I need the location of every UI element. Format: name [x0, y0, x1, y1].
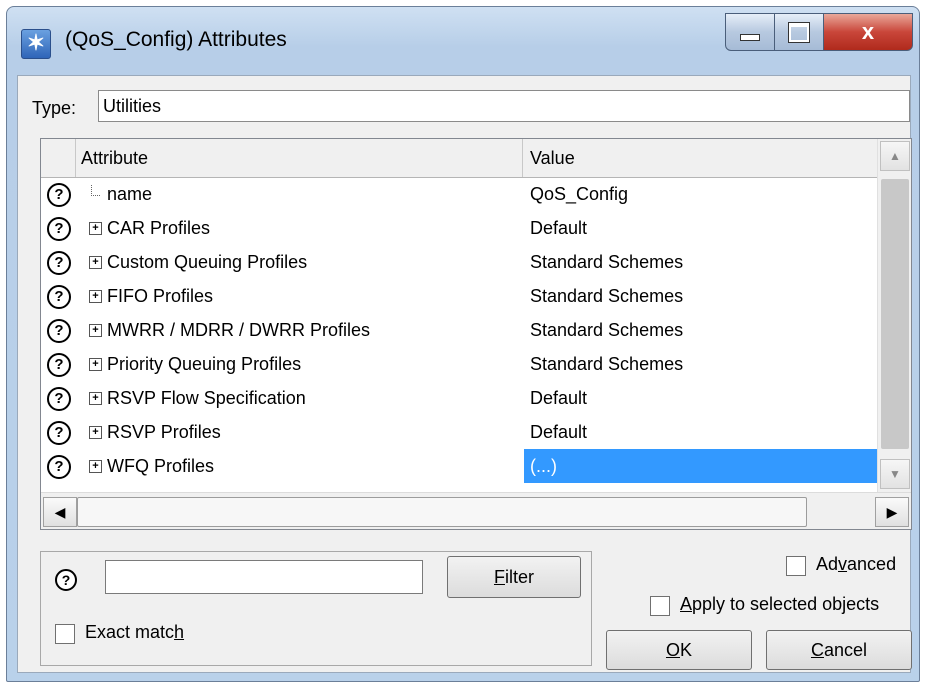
attribute-value[interactable]: (...): [524, 449, 877, 483]
horizontal-scroll-thumb[interactable]: [77, 497, 807, 527]
advanced-mnemonic: v: [838, 554, 848, 574]
help-icon[interactable]: ?: [47, 183, 71, 207]
ok-button[interactable]: OK: [606, 630, 752, 670]
help-icon[interactable]: ?: [47, 353, 71, 377]
attributes-dialog: ✶ (QoS_Config) Attributes x Type: Utilit…: [6, 6, 920, 682]
attribute-name: FIFO Profiles: [107, 286, 214, 306]
header-icon-column: [41, 139, 76, 177]
help-icon[interactable]: ?: [47, 455, 71, 479]
title-bar[interactable]: ✶ (QoS_Config) Attributes x: [7, 7, 919, 73]
filter-group: ? Filter Exact match: [40, 551, 592, 666]
advanced-text-a: Ad: [816, 554, 839, 574]
minimize-icon: [740, 33, 760, 41]
expand-icon[interactable]: +: [89, 222, 102, 235]
attribute-column-header[interactable]: Attribute: [75, 139, 523, 177]
grid-header: Attribute Value: [41, 139, 877, 178]
table-row[interactable]: ? + FIFO Profiles Standard Schemes: [41, 279, 877, 313]
cancel-button[interactable]: Cancel: [766, 630, 912, 670]
horizontal-scrollbar[interactable]: ◀ ▶: [41, 492, 911, 529]
close-icon: x: [861, 19, 875, 44]
expand-icon[interactable]: +: [89, 324, 102, 337]
attribute-value[interactable]: Default: [524, 415, 877, 449]
attribute-value[interactable]: Standard Schemes: [524, 245, 877, 279]
table-row[interactable]: ? + Custom Queuing Profiles Standard Scheme…: [41, 245, 877, 279]
attribute-value[interactable]: Default: [524, 211, 877, 245]
attribute-value[interactable]: Default: [524, 381, 877, 415]
vertical-scrollbar[interactable]: ▲ ▼: [877, 139, 911, 492]
expand-icon[interactable]: +: [89, 392, 102, 405]
attribute-value[interactable]: Standard Schemes: [524, 313, 877, 347]
help-icon[interactable]: ?: [47, 285, 71, 309]
table-row[interactable]: ? + WFQ Profiles (...): [41, 449, 877, 483]
maximize-button[interactable]: [774, 13, 824, 51]
table-row[interactable]: ? + CAR Profiles Default: [41, 211, 877, 245]
attribute-value[interactable]: QoS_Config: [524, 177, 877, 211]
attribute-name: RSVP Profiles: [107, 422, 221, 442]
scroll-left-icon[interactable]: ◀: [43, 497, 77, 527]
table-row[interactable]: ? + MWRR / MDRR / DWRR Profiles Standard Sc…: [41, 313, 877, 347]
type-label: Type:: [32, 98, 77, 118]
expand-icon[interactable]: +: [89, 460, 102, 473]
attribute-value[interactable]: Standard Schemes: [524, 347, 877, 381]
exact-match-mnemonic: h: [174, 622, 185, 642]
attribute-name: RSVP Flow Specification: [107, 388, 306, 408]
attribute-value[interactable]: Standard Schemes: [524, 279, 877, 313]
help-icon[interactable]: ?: [47, 217, 71, 241]
help-icon[interactable]: ?: [47, 251, 71, 275]
filter-button-label: ilter: [504, 567, 534, 587]
window-title: (QoS_Config) Attributes: [65, 28, 287, 51]
table-row[interactable]: ? name QoS_Config: [41, 177, 877, 211]
table-row[interactable]: ? + RSVP Profiles Default: [41, 415, 877, 449]
scroll-right-icon[interactable]: ▶: [875, 497, 909, 527]
app-icon: ✶: [21, 29, 51, 59]
close-button[interactable]: x: [823, 13, 913, 51]
apply-text: pply to selected objects: [692, 594, 880, 614]
attribute-name: CAR Profiles: [107, 218, 211, 238]
attribute-name: WFQ Profiles: [107, 456, 215, 476]
expand-icon[interactable]: +: [89, 426, 102, 439]
advanced-text-b: anced: [847, 554, 897, 574]
apply-mnemonic: A: [680, 594, 693, 614]
help-icon[interactable]: ?: [47, 421, 71, 445]
type-field: Utilities: [98, 90, 910, 122]
attribute-name: Priority Queuing Profiles: [107, 354, 302, 374]
scroll-up-icon[interactable]: ▲: [880, 141, 910, 171]
apply-selected-checkbox[interactable]: [650, 596, 670, 616]
minimize-button[interactable]: [725, 13, 775, 51]
attribute-name: MWRR / MDRR / DWRR Profiles: [107, 320, 370, 340]
expand-icon[interactable]: +: [89, 256, 102, 269]
maximize-icon: [788, 21, 810, 43]
expand-icon[interactable]: +: [89, 290, 102, 303]
expand-icon[interactable]: +: [89, 358, 102, 371]
attribute-name: Custom Queuing Profiles: [107, 252, 308, 272]
dialog-body: Type: Utilities Attribute Value ? name QoS…: [17, 75, 912, 673]
help-icon[interactable]: ?: [47, 319, 71, 343]
attribute-grid[interactable]: Attribute Value ? name QoS_Config? + CAR Pro…: [40, 138, 912, 530]
filter-input[interactable]: [105, 560, 423, 594]
exact-match-text: Exact matc: [85, 622, 175, 642]
cancel-label: ancel: [823, 640, 868, 660]
table-row[interactable]: ? + Priority Queuing Profiles Standard Sche…: [41, 347, 877, 381]
exact-match-checkbox[interactable]: [55, 624, 75, 644]
advanced-checkbox[interactable]: [786, 556, 806, 576]
scroll-down-icon[interactable]: ▼: [880, 459, 910, 489]
filter-button-mnemonic: F: [493, 567, 505, 587]
help-icon[interactable]: ?: [47, 387, 71, 411]
exact-match-label[interactable]: Exact match: [85, 622, 184, 643]
apply-selected-label[interactable]: Apply to selected objects: [680, 594, 879, 615]
filter-button[interactable]: Filter: [447, 556, 581, 598]
scroll-thumb[interactable]: [881, 179, 909, 449]
ok-label: K: [680, 640, 693, 660]
cancel-mnemonic: C: [810, 640, 824, 660]
value-column-header[interactable]: Value: [524, 139, 877, 177]
table-row[interactable]: ? + RSVP Flow Specification Default: [41, 381, 877, 415]
attribute-name: name: [107, 184, 153, 204]
ok-mnemonic: O: [665, 640, 680, 660]
tree-leaf-icon: [91, 185, 100, 196]
help-icon[interactable]: ?: [55, 569, 77, 591]
advanced-label[interactable]: Advanced: [816, 554, 896, 575]
